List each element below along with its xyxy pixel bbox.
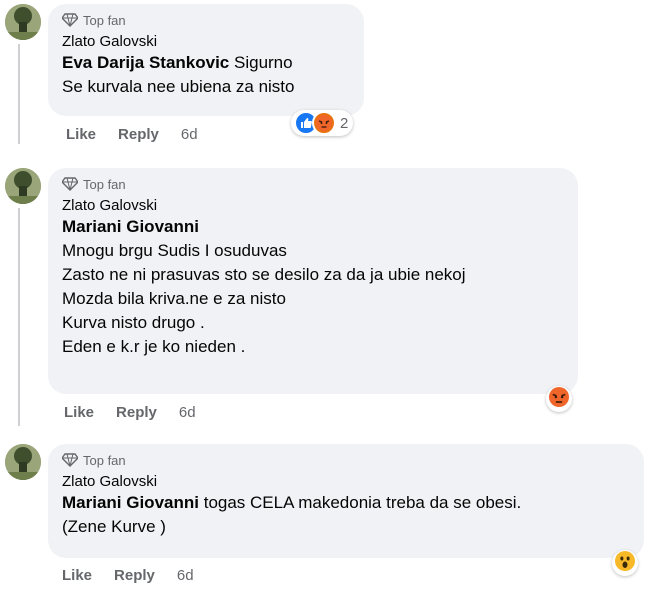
- diamond-icon: [62, 453, 78, 467]
- comment-line: Zasto ne ni prasuvas sto se desilo za da…: [62, 265, 466, 284]
- mention-link[interactable]: Eva Darija Stankovic: [62, 53, 229, 72]
- reaction-summary[interactable]: [546, 386, 572, 412]
- comment-author[interactable]: Zlato Galovski: [62, 196, 564, 215]
- comment-line: Mnogu brgu Sudis I osuduvas: [62, 241, 287, 260]
- diamond-icon: [62, 13, 78, 27]
- comment-author[interactable]: Zlato Galovski: [62, 32, 350, 51]
- timestamp[interactable]: 6d: [181, 126, 198, 143]
- comment-line: Sigurno: [234, 53, 293, 72]
- mention-link[interactable]: Mariani Giovanni: [62, 215, 564, 239]
- top-fan-label: Top fan: [83, 452, 126, 468]
- like-button[interactable]: Like: [64, 404, 94, 421]
- comment: Top fan Zlato Galovski Eva Darija Stanko…: [0, 4, 660, 154]
- comment-text: Mariani Giovanni togas CELA makedonia tr…: [62, 491, 630, 539]
- comment-line: Eden e k.r je ko nieden .: [62, 337, 246, 356]
- comment-line: Se kurvala nee ubiena za nisto: [62, 77, 295, 96]
- comment-text: Mariani Giovanni Mnogu brgu Sudis I osud…: [62, 215, 564, 359]
- like-button[interactable]: Like: [62, 567, 92, 584]
- comment: Top fan Zlato Galovski Mariani Giovanni …: [0, 168, 660, 428]
- angry-icon: [312, 111, 336, 135]
- reply-button[interactable]: Reply: [114, 567, 155, 584]
- comment-line: (Zene Kurve ): [62, 517, 166, 536]
- wow-icon: [615, 550, 635, 576]
- top-fan-label: Top fan: [83, 12, 126, 28]
- comment-actions: Like Reply 6d: [64, 404, 196, 421]
- comment-line: Kurva nisto drugo .: [62, 313, 205, 332]
- reply-button[interactable]: Reply: [118, 126, 159, 143]
- avatar[interactable]: [5, 4, 41, 40]
- comment-bubble: Top fan Zlato Galovski Mariani Giovanni …: [48, 444, 644, 558]
- reaction-summary[interactable]: [612, 550, 638, 576]
- timestamp[interactable]: 6d: [177, 567, 194, 584]
- comment-bubble: Top fan Zlato Galovski Eva Darija Stanko…: [48, 4, 364, 116]
- comment-actions: Like Reply 6d: [62, 567, 194, 584]
- comment-author[interactable]: Zlato Galovski: [62, 472, 630, 491]
- comment-line: togas CELA makedonia treba da se obesi.: [203, 493, 522, 512]
- comment-actions: Like Reply 6d: [66, 126, 198, 143]
- diamond-icon: [62, 177, 78, 191]
- top-fan-badge: Top fan: [62, 12, 350, 28]
- reaction-count: 2: [340, 114, 349, 132]
- avatar[interactable]: [5, 444, 41, 480]
- comment: Top fan Zlato Galovski Mariani Giovanni …: [0, 444, 660, 594]
- top-fan-label: Top fan: [83, 176, 126, 192]
- comment-text: Eva Darija Stankovic Sigurno Se kurvala …: [62, 51, 350, 99]
- avatar[interactable]: [5, 168, 41, 204]
- like-button[interactable]: Like: [66, 126, 96, 143]
- top-fan-badge: Top fan: [62, 176, 564, 192]
- reaction-summary[interactable]: 2: [291, 110, 354, 136]
- timestamp[interactable]: 6d: [179, 404, 196, 421]
- angry-icon: [549, 386, 569, 412]
- mention-link[interactable]: Mariani Giovanni: [62, 493, 199, 512]
- reply-button[interactable]: Reply: [116, 404, 157, 421]
- comment-bubble: Top fan Zlato Galovski Mariani Giovanni …: [48, 168, 578, 394]
- comment-line: Mozda bila kriva.ne e za nisto: [62, 289, 286, 308]
- top-fan-badge: Top fan: [62, 452, 630, 468]
